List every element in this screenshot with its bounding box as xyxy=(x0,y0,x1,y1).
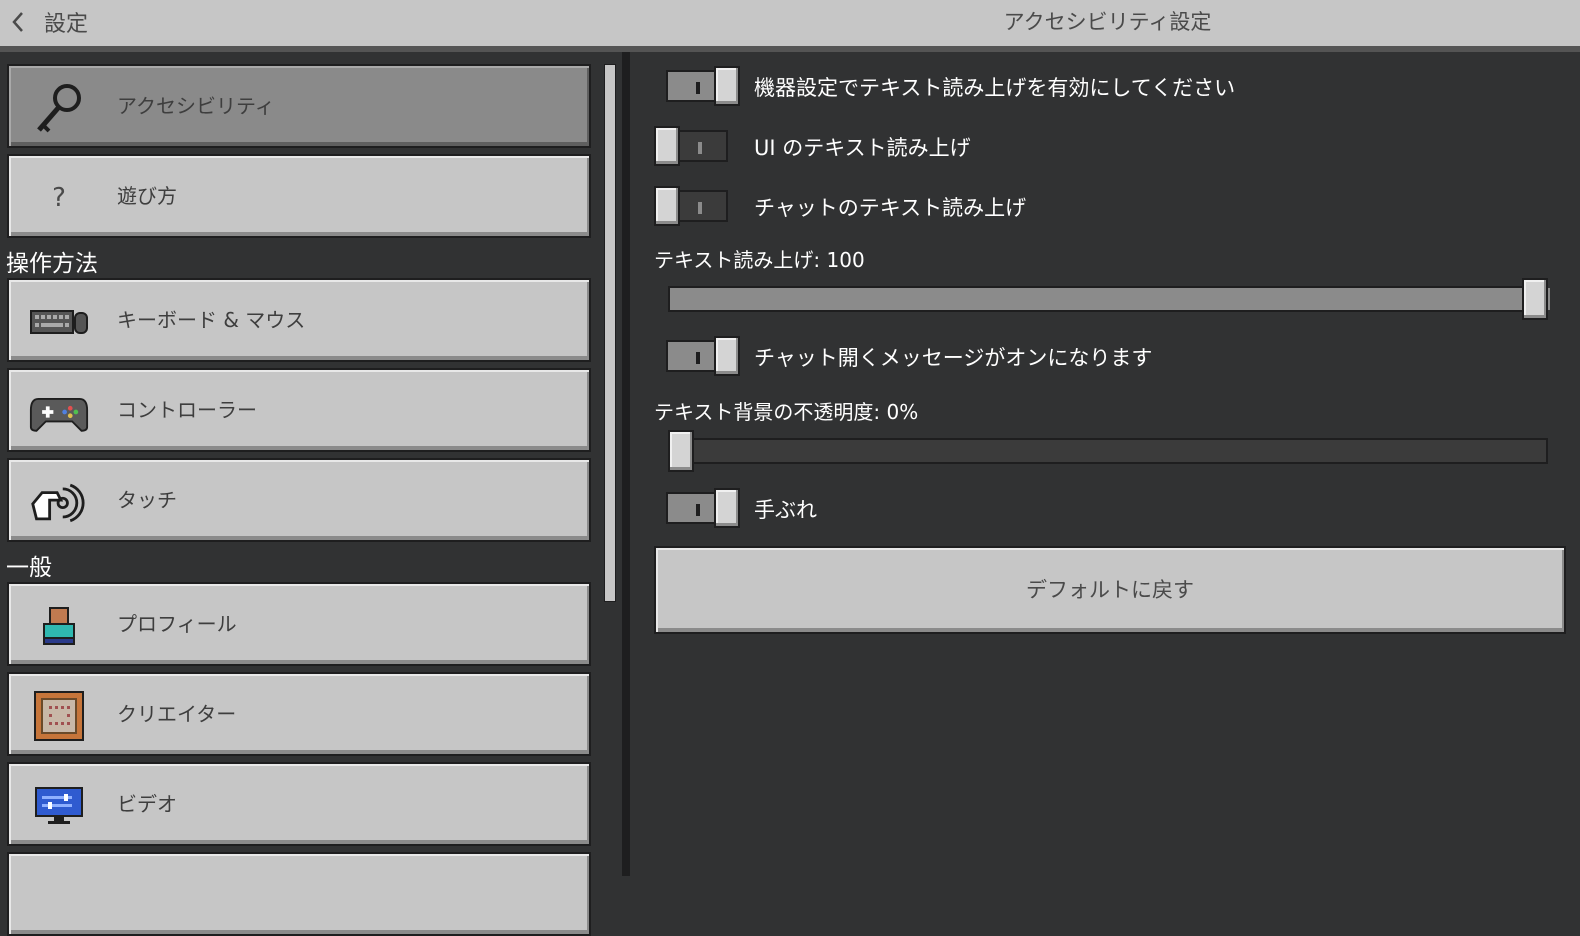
chat-tts-toggle[interactable] xyxy=(654,186,728,226)
back-label: 設定 xyxy=(44,6,88,38)
text-bg-opacity-label: テキスト背景の不透明度: 0% xyxy=(654,396,918,425)
video-icon xyxy=(29,776,89,836)
chevron-left-icon xyxy=(6,10,30,34)
reset-to-default-button[interactable]: デフォルトに戻す xyxy=(654,546,1566,634)
sidebar-item-profile[interactable]: プロフィール xyxy=(7,582,591,666)
section-heading-general: 一般 xyxy=(6,554,52,582)
profile-icon xyxy=(29,596,89,656)
page-title: アクセシビリティ設定 xyxy=(635,4,1580,40)
section-heading-controls: 操作方法 xyxy=(6,250,98,278)
sidebar-item-label: タッチ xyxy=(117,460,177,540)
sidebar-item-controller[interactable]: コントローラー xyxy=(7,368,591,452)
sidebar-item-label: アクセシビリティ xyxy=(117,66,275,146)
slider-fill xyxy=(670,288,1550,310)
question-icon: ? xyxy=(29,168,89,228)
ui-tts-label: UI のテキスト読み上げ xyxy=(754,132,971,162)
top-bar: 設定 アクセシビリティ設定 xyxy=(0,0,1580,52)
sidebar-item-touch[interactable]: タッチ xyxy=(7,458,591,542)
tts-volume-label: テキスト読み上げ: 100 xyxy=(654,244,865,273)
tts-volume-slider[interactable] xyxy=(668,278,1548,318)
open-chat-message-label: チャット開くメッセージがオンになります xyxy=(754,342,1152,372)
creator-icon xyxy=(29,686,89,746)
sidebar-item-how-to-play[interactable]: ? 遊び方 xyxy=(7,154,591,238)
sidebar-item-creator[interactable]: クリエイター xyxy=(7,672,591,756)
text-bg-opacity-slider[interactable] xyxy=(668,430,1548,470)
keyboard-mouse-icon xyxy=(29,292,89,352)
controller-icon xyxy=(29,382,89,442)
sidebar-item-label: プロフィール xyxy=(117,584,237,664)
sidebar-item-accessibility[interactable]: アクセシビリティ xyxy=(7,64,591,148)
sidebar-item-label: コントローラー xyxy=(117,370,257,450)
chat-tts-label: チャットのテキスト読み上げ xyxy=(754,192,1026,222)
open-chat-message-toggle[interactable] xyxy=(666,336,740,376)
key-icon xyxy=(29,78,89,138)
sidebar-item-keyboard-mouse[interactable]: キーボード & マウス xyxy=(7,278,591,362)
sidebar-scrollbar[interactable] xyxy=(604,64,616,602)
touch-icon xyxy=(29,472,89,532)
sidebar-item-label: キーボード & マウス xyxy=(117,280,305,360)
sidebar-item-video[interactable]: ビデオ xyxy=(7,762,591,846)
camera-shake-toggle[interactable] xyxy=(666,488,740,528)
sidebar-item-label: クリエイター xyxy=(117,674,236,754)
sidebar-item-more[interactable] xyxy=(7,852,591,936)
sidebar-item-label: 遊び方 xyxy=(117,156,177,236)
device-tts-label: 機器設定でテキスト読み上げを有効にしてください xyxy=(754,72,1235,102)
slider-handle[interactable] xyxy=(1522,278,1548,320)
slider-handle[interactable] xyxy=(668,430,694,472)
back-button[interactable]: 設定 xyxy=(6,4,88,40)
ui-tts-toggle[interactable] xyxy=(654,126,728,166)
device-tts-toggle[interactable] xyxy=(666,66,740,106)
sidebar-item-label: ビデオ xyxy=(117,764,177,844)
camera-shake-label: 手ぶれ xyxy=(754,494,817,524)
